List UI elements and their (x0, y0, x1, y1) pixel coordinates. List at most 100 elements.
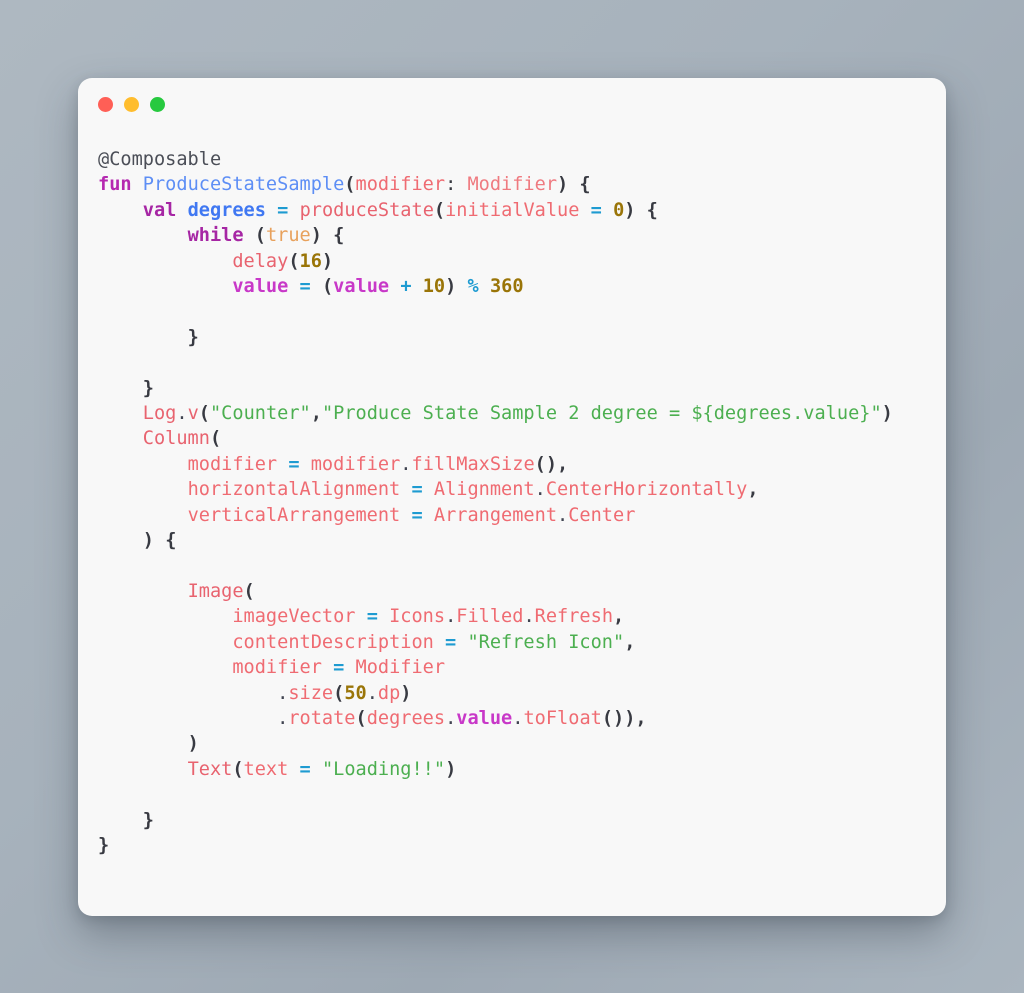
code-token: } (187, 326, 199, 348)
code-token: ) (445, 276, 457, 298)
code-token: ( (232, 758, 244, 780)
code-token: Refresh (534, 606, 614, 628)
code-token: @Composable (98, 149, 222, 170)
code-token: ( (355, 707, 367, 729)
code-token: : (445, 174, 468, 196)
code-token: Arrangement (433, 504, 558, 526)
code-token: size (288, 682, 334, 704)
code-token: 50 (344, 682, 367, 704)
code-token: ( (198, 403, 210, 425)
code-line: ​ (98, 554, 938, 579)
code-token: initialValue (445, 199, 580, 221)
code-token: ) (321, 250, 334, 272)
window-titlebar[interactable] (78, 78, 946, 134)
code-token: { (646, 199, 658, 221)
code-line: fun ProduceStateSample(modifier: Modifie… (98, 172, 938, 197)
minimize-window-icon[interactable] (124, 97, 139, 112)
traffic-light-group (98, 97, 165, 112)
code-line: Image( (98, 579, 938, 604)
code-token: contentDescription (232, 631, 434, 653)
code-token: 0 (613, 199, 625, 221)
screenshot-stage: @Composable fun ProduceStateSample(modifi… (0, 0, 1024, 993)
code-line: verticalArrangement = Arrangement.Center (98, 503, 938, 528)
code-token: value (456, 707, 513, 729)
code-token: ) (881, 403, 893, 425)
code-token: ( (209, 428, 222, 450)
code-token: = (333, 657, 345, 679)
code-line: ​ (98, 299, 938, 324)
code-token: ) (400, 682, 412, 704)
code-line: delay(16) (98, 249, 938, 274)
code-token: value (333, 276, 390, 298)
code-token: degrees (366, 707, 446, 729)
code-token: ( (333, 682, 345, 704)
code-token: ) (624, 199, 636, 221)
code-token: Log (142, 403, 177, 425)
code-token: { (165, 530, 177, 552)
code-token: degrees (187, 199, 266, 221)
code-token: toFloat (523, 707, 602, 729)
code-token: . (366, 682, 378, 704)
code-line: Log.v("Counter","Produce State Sample 2 … (98, 401, 938, 426)
code-token: ProduceStateSample (142, 174, 345, 196)
code-token: "Loading!!" (321, 758, 446, 780)
code-token: rotate (288, 707, 356, 729)
code-token: Center (568, 504, 636, 526)
code-token: Text (187, 758, 233, 780)
code-token: ( (344, 174, 356, 196)
code-token: . (277, 707, 289, 729)
code-line: .rotate(degrees.value.toFloat()), (98, 706, 938, 731)
code-line: imageVector = Icons.Filled.Refresh, (98, 604, 938, 629)
code-token: fillMaxSize (411, 453, 535, 475)
code-token: Image (187, 580, 244, 602)
code-line: modifier = modifier.fillMaxSize(), (98, 452, 938, 477)
code-line: horizontalAlignment = Alignment.CenterHo… (98, 477, 938, 502)
close-window-icon[interactable] (98, 97, 113, 112)
code-token: modifier (355, 174, 446, 196)
code-token: 10 (422, 276, 446, 298)
code-line: contentDescription = "Refresh Icon", (98, 630, 938, 655)
code-line: ​ (98, 350, 938, 375)
code-token: . (445, 606, 457, 628)
code-line: } (98, 376, 938, 401)
code-line: val degrees = produceState(initialValue … (98, 198, 938, 223)
code-token: { (333, 225, 345, 247)
code-token: modifier (232, 657, 322, 679)
code-line: Text(text = "Loading!!") (98, 757, 938, 782)
code-line: modifier = Modifier (98, 655, 938, 680)
code-token: verticalArrangement (187, 504, 401, 526)
code-token: (), (534, 453, 569, 475)
code-block[interactable]: @Composable fun ProduceStateSample(modifi… (98, 147, 938, 916)
code-line: Column( (98, 426, 938, 451)
code-token: ) (557, 174, 569, 196)
code-line: ​ (98, 782, 938, 807)
maximize-window-icon[interactable] (150, 97, 165, 112)
